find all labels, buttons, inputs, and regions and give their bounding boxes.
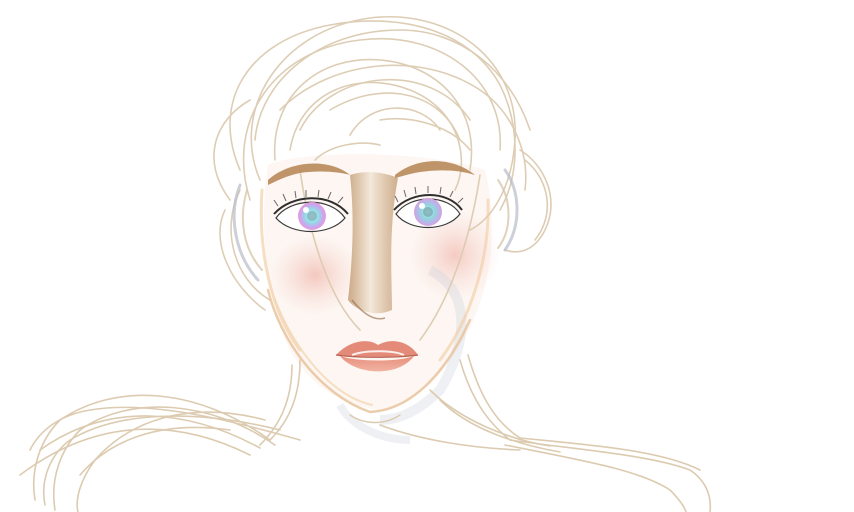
right-eye [393,186,464,229]
portrait-sketch-canvas [0,0,854,512]
nose [348,172,398,320]
